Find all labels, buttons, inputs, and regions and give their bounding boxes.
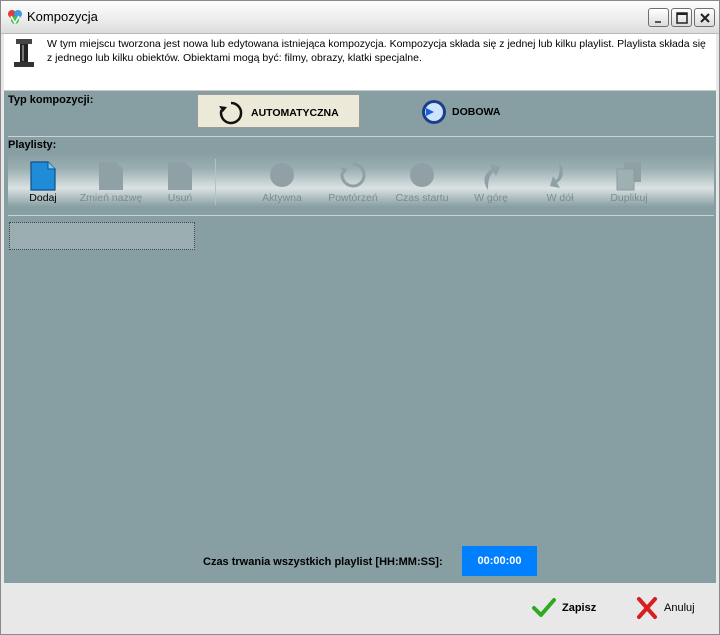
daily-type-label: DOBOWA <box>452 106 501 118</box>
duplicate-button[interactable]: Duplikuj <box>594 157 664 207</box>
pipe-icon <box>14 39 34 67</box>
arrow-up-icon <box>484 164 500 190</box>
delete-playlist-label: Usuń <box>167 192 193 204</box>
clock-icon <box>422 100 446 124</box>
maximize-button[interactable] <box>671 8 692 27</box>
repeat-button[interactable]: Powtórzeń <box>318 157 388 207</box>
repeat-icon <box>340 162 366 188</box>
composition-window: Kompozycja W tym miejscu tworzona jest n… <box>0 0 720 635</box>
app-logo-icon <box>8 10 22 25</box>
move-down-button[interactable]: W dół <box>525 157 595 207</box>
cancel-button[interactable]: Anuluj <box>636 596 706 622</box>
circle-icon <box>410 163 434 187</box>
save-label: Zapisz <box>562 602 597 614</box>
minimize-icon <box>655 21 661 23</box>
divider <box>8 215 714 216</box>
duplicate-icon <box>616 162 641 191</box>
playlist-list-item[interactable] <box>9 222 195 250</box>
automatic-type-button[interactable]: AUTOMATYCZNA <box>197 94 360 128</box>
title-bar[interactable]: Kompozycja <box>1 1 719 34</box>
dialog-footer: Zapisz Anuluj <box>4 584 716 632</box>
daily-type-button[interactable]: DOBOWA <box>418 96 518 128</box>
duration-value: 00:00:00 <box>462 546 537 576</box>
active-label: Aktywna <box>262 192 302 204</box>
maximize-icon <box>676 12 688 24</box>
add-playlist-label: Dodaj <box>29 192 57 204</box>
window-title: Kompozycja <box>27 9 98 24</box>
info-panel: W tym miejscu tworzona jest nowa lub edy… <box>4 34 716 91</box>
minimize-button[interactable] <box>648 8 669 27</box>
arrow-down-icon <box>550 162 563 188</box>
rename-playlist-button[interactable]: Zmień nazwę <box>76 157 146 207</box>
circle-icon <box>270 163 294 187</box>
close-icon <box>700 13 710 23</box>
rename-playlist-label: Zmień nazwę <box>79 192 143 204</box>
close-button[interactable] <box>694 8 715 27</box>
cancel-label: Anuluj <box>664 602 695 614</box>
save-button[interactable]: Zapisz <box>532 596 602 622</box>
new-document-icon <box>30 161 56 191</box>
document-icon <box>168 162 192 190</box>
composition-type-label: Typ kompozycji: <box>8 94 94 106</box>
main-panel: Typ kompozycji: AUTOMATYCZNA DOBOWA Play… <box>4 91 716 583</box>
duplicate-label: Duplikuj <box>610 192 648 204</box>
start-time-label: Czas startu <box>395 192 449 204</box>
cancel-x-icon <box>637 597 657 619</box>
delete-playlist-button[interactable]: Usuń <box>145 157 215 207</box>
rotate-icon <box>219 101 243 125</box>
divider <box>8 136 714 137</box>
repeat-label: Powtórzeń <box>328 192 378 204</box>
playlist-toolbar: Dodaj Zmień nazwę Usuń Aktywna Powtórzeń <box>8 153 714 207</box>
checkmark-icon <box>532 598 556 617</box>
duration-label: Czas trwania wszystkich playlist [HH:MM:… <box>203 556 443 568</box>
document-icon <box>99 162 123 190</box>
active-button[interactable]: Aktywna <box>247 157 317 207</box>
add-playlist-button[interactable]: Dodaj <box>8 157 78 207</box>
automatic-type-label: AUTOMATYCZNA <box>251 107 339 119</box>
info-text: W tym miejscu tworzona jest nowa lub edy… <box>47 38 706 64</box>
move-up-label: W górę <box>474 192 508 204</box>
playlists-label: Playlisty: <box>8 139 57 151</box>
start-time-button[interactable]: Czas startu <box>387 157 457 207</box>
move-up-button[interactable]: W górę <box>456 157 526 207</box>
toolbar-separator <box>215 159 216 205</box>
move-down-label: W dół <box>546 192 574 204</box>
